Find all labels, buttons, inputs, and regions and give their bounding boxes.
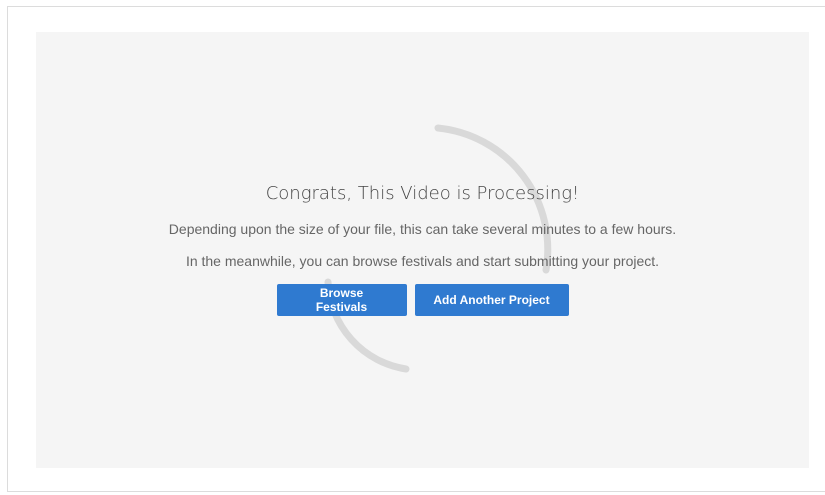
processing-duration-text: Depending upon the size of your file, th… — [168, 221, 677, 237]
browse-festivals-button[interactable]: Browse Festivals — [276, 284, 407, 316]
processing-suggestion-text: In the meanwhile, you can browse festiva… — [185, 253, 660, 269]
processing-message: Congrats, This Video is Processing! Depe… — [36, 182, 809, 316]
action-buttons: Browse Festivals Add Another Project — [36, 284, 809, 316]
processing-title: Congrats, This Video is Processing! — [265, 183, 580, 204]
processing-panel: Congrats, This Video is Processing! Depe… — [36, 32, 809, 468]
add-another-project-button[interactable]: Add Another Project — [414, 284, 569, 316]
